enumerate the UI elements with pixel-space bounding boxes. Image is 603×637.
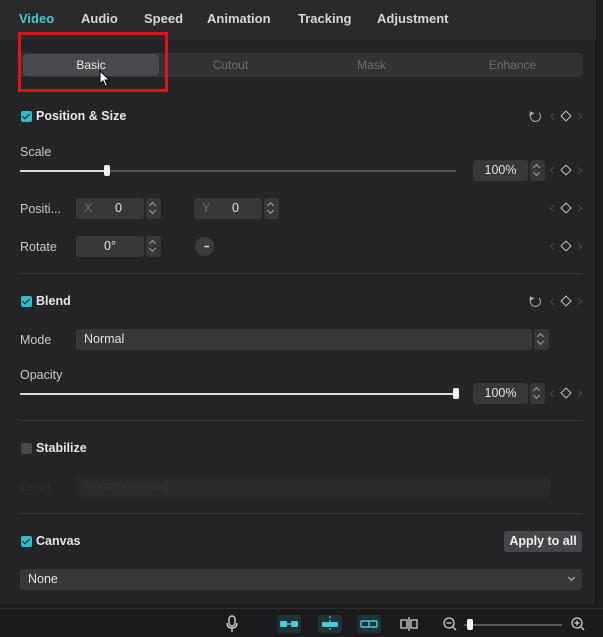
scale-slider-thumb[interactable] [104, 165, 110, 176]
divider [19, 513, 583, 514]
keyframe-icon[interactable] [560, 387, 572, 399]
blend-checkbox[interactable] [21, 296, 32, 307]
subtab-cutout[interactable]: Cutout [160, 53, 301, 77]
next-keyframe-icon[interactable] [574, 166, 583, 175]
prev-keyframe-icon[interactable] [549, 297, 558, 306]
mode-dropdown[interactable]: Normal [76, 329, 532, 350]
subtab-mask[interactable]: Mask [301, 53, 442, 77]
keyframe-icon[interactable] [560, 240, 572, 252]
position-x-stepper[interactable] [146, 198, 161, 219]
tab-speed[interactable]: Speed [144, 11, 183, 26]
tab-tracking[interactable]: Tracking [298, 11, 351, 26]
keyframe-icon[interactable] [560, 295, 572, 307]
next-keyframe-icon[interactable] [574, 242, 583, 251]
x-value: 0 [115, 201, 122, 215]
canvas-checkbox[interactable] [21, 536, 32, 547]
zoom-out-icon[interactable] [443, 617, 457, 631]
reset-icon[interactable] [530, 111, 541, 122]
highlight-box [18, 32, 168, 92]
divider [19, 273, 583, 274]
zoom-slider-thumb[interactable] [467, 619, 473, 630]
zoom-slider[interactable] [464, 624, 562, 626]
rotate-value[interactable]: 0° [76, 236, 144, 257]
mode-dropdown-arrows[interactable] [534, 329, 549, 350]
prev-keyframe-icon[interactable] [549, 204, 558, 213]
next-keyframe-icon[interactable] [574, 204, 583, 213]
zoom-in-icon[interactable] [571, 617, 585, 631]
keyframe-icon[interactable] [560, 164, 572, 176]
rotate-stepper[interactable] [146, 236, 161, 257]
opacity-label: Opacity [20, 368, 63, 382]
canvas-dropdown[interactable]: None [20, 569, 582, 590]
tab-audio[interactable]: Audio [81, 11, 118, 26]
scale-value[interactable]: 100% [473, 160, 528, 181]
mouse-cursor-icon [99, 70, 111, 88]
y-value: 0 [232, 201, 239, 215]
prev-keyframe-icon[interactable] [549, 112, 558, 121]
divider [19, 420, 583, 421]
position-size-title: Position & Size [36, 109, 127, 123]
keyframe-icon[interactable] [560, 110, 572, 122]
split-icon[interactable] [399, 616, 419, 632]
next-keyframe-icon[interactable] [574, 389, 583, 398]
level-label: Level [20, 480, 50, 494]
y-label: Y [202, 201, 211, 215]
prev-keyframe-icon[interactable] [549, 166, 558, 175]
tab-adjustment[interactable]: Adjustment [377, 11, 449, 26]
position-label: Positi... [20, 202, 61, 216]
opacity-slider-thumb[interactable] [453, 388, 459, 399]
subtab-enhance[interactable]: Enhance [442, 53, 583, 77]
canvas-value: None [28, 572, 58, 586]
blend-title: Blend [36, 294, 71, 308]
properties-panel: Video Audio Speed Animation Tracking Adj… [0, 0, 596, 604]
stabilize-title: Stabilize [36, 441, 87, 455]
link-clips-icon[interactable] [277, 615, 301, 633]
next-keyframe-icon[interactable] [574, 297, 583, 306]
bottom-toolbar [0, 608, 603, 637]
tab-animation[interactable]: Animation [207, 11, 271, 26]
position-y-field[interactable]: Y 0 [194, 198, 262, 219]
tab-video[interactable]: Video [19, 11, 54, 26]
scale-slider-fill [20, 170, 107, 172]
next-keyframe-icon[interactable] [574, 112, 583, 121]
prev-keyframe-icon[interactable] [549, 242, 558, 251]
opacity-stepper[interactable] [530, 383, 545, 404]
mode-label: Mode [20, 333, 52, 347]
reset-icon[interactable] [530, 296, 541, 307]
apply-to-all-button[interactable]: Apply to all [504, 531, 582, 552]
prev-keyframe-icon[interactable] [549, 389, 558, 398]
chevron-down-icon [567, 573, 576, 582]
stabilize-checkbox[interactable] [21, 443, 32, 454]
rotate-label: Rotate [20, 240, 57, 254]
auto-snap-icon[interactable] [318, 615, 342, 633]
preview-axis-icon[interactable] [357, 615, 381, 633]
position-size-checkbox[interactable] [21, 111, 32, 122]
level-dropdown: Recommended [76, 476, 550, 497]
scale-stepper[interactable] [530, 160, 545, 181]
opacity-slider-fill [20, 393, 456, 395]
keyframe-icon[interactable] [560, 202, 572, 214]
position-y-stepper[interactable] [264, 198, 279, 219]
rotate-dial-icon[interactable] [194, 236, 215, 257]
x-label: X [84, 201, 93, 215]
scale-label: Scale [20, 145, 52, 159]
position-x-field[interactable]: X 0 [76, 198, 144, 219]
microphone-icon[interactable] [225, 615, 239, 633]
opacity-value[interactable]: 100% [473, 383, 528, 404]
canvas-title: Canvas [36, 534, 81, 548]
